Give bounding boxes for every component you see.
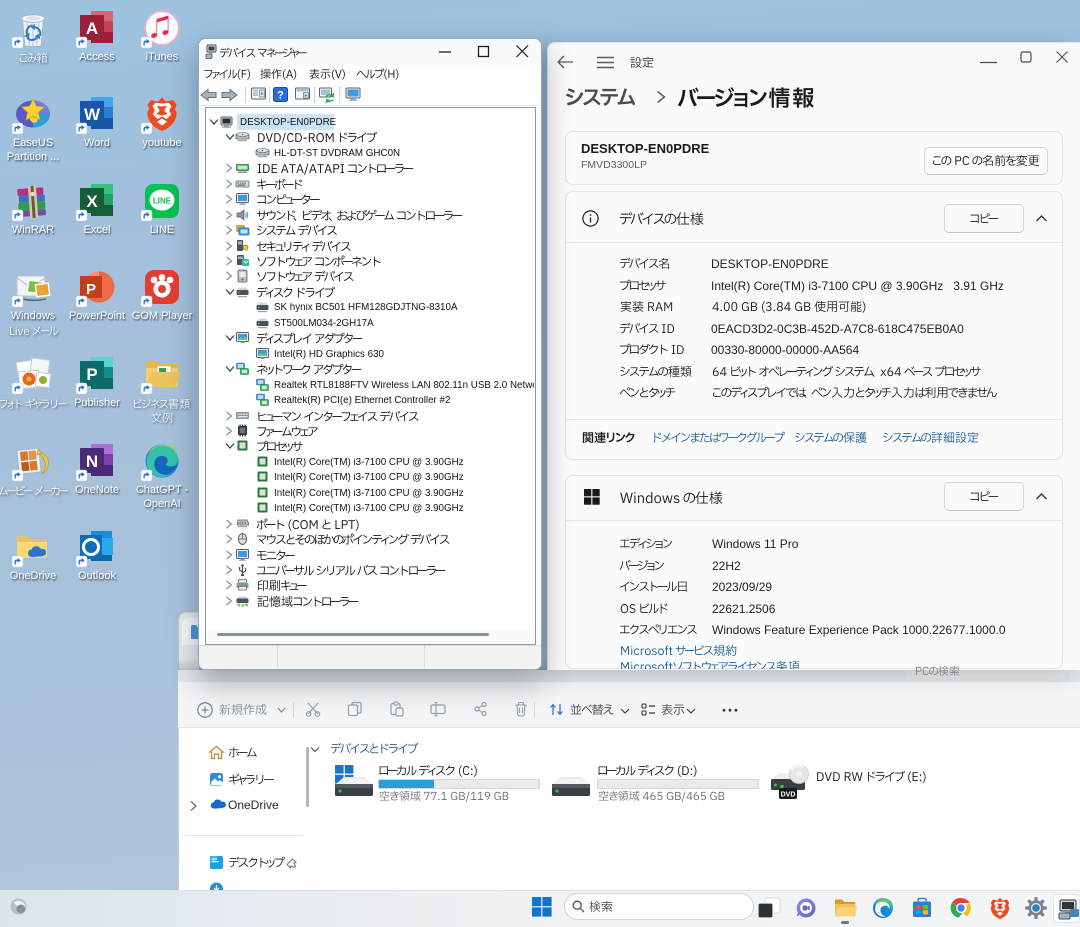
- svg-text:A: A: [86, 19, 98, 38]
- svg-text:W: W: [84, 105, 101, 124]
- svg-text:LINE: LINE: [153, 197, 172, 206]
- svg-text:?: ?: [277, 90, 284, 102]
- svg-text:X: X: [86, 192, 98, 211]
- svg-text:N: N: [86, 452, 98, 471]
- svg-text:P: P: [86, 365, 97, 384]
- svg-text:DVD: DVD: [781, 792, 796, 799]
